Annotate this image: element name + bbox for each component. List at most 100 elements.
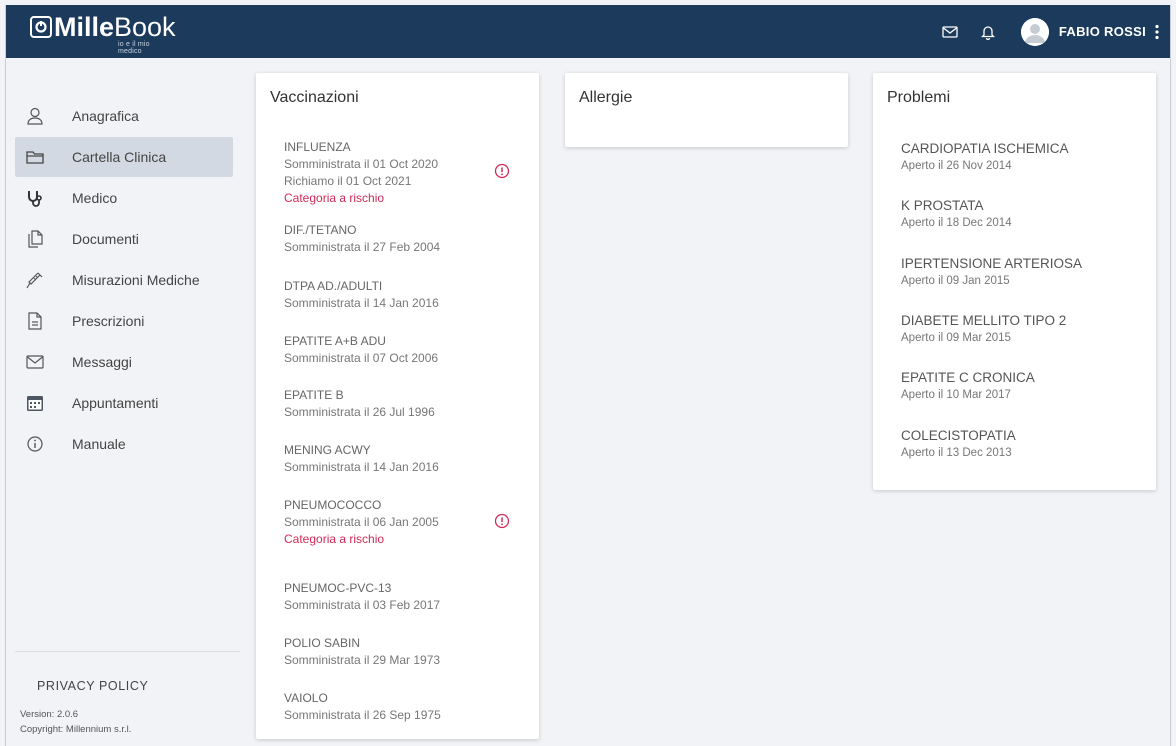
problem-date: Aperto il 26 Nov 2014 (901, 160, 1012, 172)
sidebar-item-label: Anagrafica (72, 108, 139, 124)
vaccine-name: EPATITE A+B ADU (284, 334, 386, 348)
mail-icon (25, 352, 45, 372)
sidebar-item-label: Messaggi (72, 354, 132, 370)
header-actions: FABIO ROSSI (931, 5, 1162, 58)
problem-date: Aperto il 18 Dec 2014 (901, 217, 1012, 229)
problem-date: Aperto il 09 Jan 2015 (901, 275, 1010, 287)
risk-label: Categoria a rischio (284, 532, 385, 546)
problem-name: EPATITE C CRONICA (901, 370, 1035, 385)
app-frame: MilleBook io e il mio medico FABIO ROSSI (5, 5, 1171, 746)
list-item[interactable]: EPATITE A+B ADU Somministrata il 07 Oct … (284, 333, 524, 367)
prescription-icon (25, 311, 45, 331)
vaccine-date: Somministrata il 07 Oct 2006 (284, 351, 439, 365)
vaccine-recall: Richiamo il 01 Oct 2021 (284, 174, 412, 188)
calendar-icon (25, 393, 45, 413)
problem-name: K PROSTATA (901, 198, 984, 213)
vaccine-date: Somministrata il 06 Jan 2005 (284, 515, 439, 529)
logo-text-book: Book (114, 12, 176, 42)
list-item[interactable]: K PROSTATA Aperto il 18 Dec 2014 (901, 196, 1151, 231)
list-item[interactable]: DIF./TETANO Somministrata il 27 Feb 2004 (284, 222, 524, 256)
sidebar-item-appuntamenti[interactable]: Appuntamenti (15, 383, 233, 423)
list-item[interactable]: VAIOLO Somministrata il 26 Sep 1975 (284, 690, 524, 724)
list-item[interactable]: EPATITE B Somministrata il 26 Jul 1996 (284, 387, 524, 421)
vaccinazioni-card: Vaccinazioni INFLUENZA Somministrata il … (256, 73, 539, 739)
list-item[interactable]: DIABETE MELLITO TIPO 2 Aperto il 09 Mar … (901, 311, 1151, 346)
vaccine-name: INFLUENZA (284, 140, 351, 154)
info-icon (25, 434, 45, 454)
documents-icon (25, 229, 45, 249)
vaccine-name: DTPA AD./ADULTI (284, 279, 383, 293)
list-item[interactable]: CARDIOPATIA ISCHEMICA Aperto il 26 Nov 2… (901, 139, 1151, 174)
sidebar-item-messaggi[interactable]: Messaggi (15, 342, 233, 382)
logo-text-mille: Mille (54, 12, 115, 42)
list-item[interactable]: IPERTENSIONE ARTERIOSA Aperto il 09 Jan … (901, 254, 1151, 289)
problemi-title: Problemi (887, 89, 951, 106)
problem-date: Aperto il 09 Mar 2015 (901, 332, 1011, 344)
list-item[interactable]: DTPA AD./ADULTI Somministrata il 14 Jan … (284, 278, 524, 312)
logo-tagline: io e il mio medico (118, 41, 150, 55)
sidebar-item-misurazioni-mediche[interactable]: Misurazioni Mediche (15, 260, 233, 300)
syringe-icon (25, 270, 45, 290)
problem-name: COLECISTOPATIA (901, 428, 1016, 443)
problem-date: Aperto il 10 Mar 2017 (901, 389, 1011, 401)
vaccine-date: Somministrata il 03 Feb 2017 (284, 598, 441, 612)
sidebar-item-label: Manuale (72, 436, 126, 452)
list-item[interactable]: EPATITE C CRONICA Aperto il 10 Mar 2017 (901, 368, 1151, 403)
sidebar: Anagrafica Cartella Clinica Medico Docum… (6, 58, 240, 746)
user-icon (25, 106, 45, 126)
top-bar: MilleBook io e il mio medico FABIO ROSSI (6, 5, 1170, 58)
folder-icon (25, 147, 45, 167)
alert-icon (494, 513, 510, 529)
sidebar-item-medico[interactable]: Medico (15, 178, 233, 218)
vaccine-name: VAIOLO (284, 691, 328, 705)
sidebar-item-label: Medico (72, 190, 118, 206)
risk-label: Categoria a rischio (284, 191, 385, 205)
sidebar-item-manuale[interactable]: Manuale (15, 424, 233, 464)
vaccine-date: Somministrata il 01 Oct 2020 (284, 157, 439, 171)
sidebar-divider (15, 651, 240, 652)
list-item[interactable]: PNEUMOCOCCO Somministrata il 06 Jan 2005… (284, 497, 524, 548)
list-item[interactable]: MENING ACWY Somministrata il 14 Jan 2016 (284, 442, 524, 476)
sidebar-item-anagrafica[interactable]: Anagrafica (15, 96, 233, 136)
alert-icon (494, 163, 510, 179)
user-name[interactable]: FABIO ROSSI (1059, 24, 1146, 39)
mail-icon[interactable] (940, 22, 960, 42)
vaccine-date: Somministrata il 27 Feb 2004 (284, 240, 441, 254)
problem-name: DIABETE MELLITO TIPO 2 (901, 313, 1067, 328)
vaccine-date: Somministrata il 14 Jan 2016 (284, 296, 439, 310)
sidebar-item-cartella-clinica[interactable]: Cartella Clinica (15, 137, 233, 177)
vaccine-name: MENING ACWY (284, 443, 371, 457)
list-item[interactable]: PNEUMOC-PVC-13 Somministrata il 03 Feb 2… (284, 580, 524, 614)
sidebar-item-label: Prescrizioni (72, 313, 145, 329)
allergie-card: Allergie (565, 73, 848, 147)
logo-mark-icon (30, 16, 52, 38)
list-item[interactable]: COLECISTOPATIA Aperto il 13 Dec 2013 (901, 426, 1151, 461)
vaccine-date: Somministrata il 26 Jul 1996 (284, 405, 435, 419)
vaccine-name: PNEUMOC-PVC-13 (284, 581, 392, 595)
list-item[interactable]: INFLUENZA Somministrata il 01 Oct 2020 R… (284, 139, 524, 207)
sidebar-item-label: Misurazioni Mediche (72, 272, 200, 288)
bell-icon[interactable] (978, 22, 998, 42)
scrollbar[interactable] (1164, 65, 1170, 725)
problemi-card: Problemi CARDIOPATIA ISCHEMICA Aperto il… (873, 73, 1156, 490)
kebab-menu-icon[interactable] (1152, 24, 1162, 40)
vaccine-date: Somministrata il 29 Mar 1973 (284, 653, 441, 667)
vaccine-date: Somministrata il 14 Jan 2016 (284, 460, 439, 474)
sidebar-item-prescrizioni[interactable]: Prescrizioni (15, 301, 233, 341)
app-logo[interactable]: MilleBook io e il mio medico (30, 12, 176, 55)
sidebar-item-documenti[interactable]: Documenti (15, 219, 233, 259)
stethoscope-icon (25, 188, 45, 208)
vaccine-name: EPATITE B (284, 388, 344, 402)
problem-name: CARDIOPATIA ISCHEMICA (901, 141, 1069, 156)
avatar[interactable] (1020, 17, 1049, 46)
problem-date: Aperto il 13 Dec 2013 (901, 447, 1012, 459)
copyright: Copyright: Millennium s.r.l. (20, 724, 132, 735)
problem-name: IPERTENSIONE ARTERIOSA (901, 256, 1083, 271)
app-version: Version: 2.0.6 (20, 709, 79, 720)
sidebar-item-label: Appuntamenti (72, 395, 159, 411)
vaccinazioni-title: Vaccinazioni (270, 89, 359, 106)
vaccine-name: DIF./TETANO (284, 223, 357, 237)
privacy-policy-link[interactable]: PRIVACY POLICY (37, 679, 148, 693)
sidebar-item-label: Documenti (72, 231, 139, 247)
list-item[interactable]: POLIO SABIN Somministrata il 29 Mar 1973 (284, 635, 524, 669)
